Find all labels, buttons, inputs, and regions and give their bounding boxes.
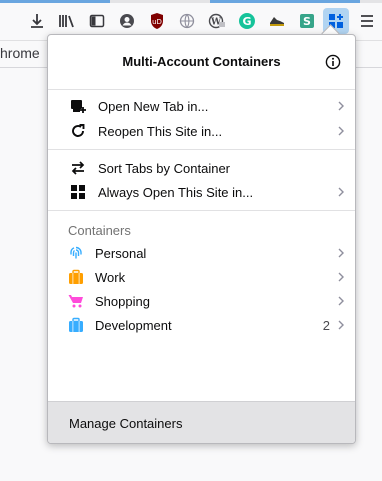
svg-text:G: G <box>242 15 251 28</box>
open-tab-count: 2 <box>322 318 330 333</box>
containers-popup-panel: Multi-Account Containers Open New Tab in… <box>47 34 356 444</box>
panel-title: Multi-Account Containers <box>122 54 281 69</box>
chevron-right-icon <box>338 101 344 111</box>
svg-text:uD: uD <box>152 18 162 26</box>
manage-containers-button[interactable]: Manage Containers <box>48 401 355 443</box>
reopen-this-site-in-item[interactable]: Reopen This Site in... <box>48 119 355 143</box>
chevron-right-icon <box>338 320 344 330</box>
container-work[interactable]: Work <box>48 265 355 289</box>
container-label: Personal <box>95 246 147 261</box>
container-shopping[interactable]: Shopping <box>48 289 355 313</box>
container-label: Development <box>95 318 172 333</box>
menu-item-label: Sort Tabs by Container <box>98 161 230 176</box>
always-open-icon <box>71 185 85 199</box>
ublock-icon[interactable]: uD <box>144 8 170 34</box>
container-label: Shopping <box>95 294 150 309</box>
new-tab-icon <box>71 100 86 113</box>
menu-item-label: Open New Tab in... <box>98 99 209 114</box>
sort-tabs-by-container-item[interactable]: Sort Tabs by Container <box>48 156 355 180</box>
cart-icon <box>68 295 83 308</box>
briefcase-icon <box>69 317 83 332</box>
account-icon[interactable] <box>114 8 140 34</box>
chevron-right-icon <box>338 126 344 136</box>
container-development[interactable]: Development 2 <box>48 313 355 337</box>
grammarly-icon[interactable]: G <box>234 8 260 34</box>
chevron-right-icon <box>338 248 344 258</box>
sort-icon <box>71 161 85 175</box>
chevron-right-icon <box>338 296 344 306</box>
downloads-icon[interactable] <box>24 8 50 34</box>
open-new-tab-in-item[interactable]: Open New Tab in... <box>48 94 355 118</box>
always-open-this-site-in-item[interactable]: Always Open This Site in... <box>48 180 355 204</box>
containers-heading: Containers <box>68 223 131 238</box>
wordpress-icon[interactable]: W <box>204 8 230 34</box>
divider <box>48 210 355 211</box>
manage-containers-label: Manage Containers <box>69 416 183 431</box>
menu-item-label: Always Open This Site in... <box>98 185 254 200</box>
briefcase-icon <box>69 269 83 284</box>
chevron-right-icon <box>338 272 344 282</box>
globe-icon[interactable] <box>174 8 200 34</box>
fingerprint-icon <box>70 246 82 259</box>
container-label: Work <box>95 270 126 285</box>
bookmark-item[interactable]: hrome <box>0 45 40 61</box>
menu-icon[interactable] <box>354 8 380 34</box>
reopen-icon <box>72 124 85 137</box>
container-personal[interactable]: Personal <box>48 241 355 265</box>
tab-strip-edge <box>0 0 382 3</box>
svg-text:S: S <box>303 15 311 28</box>
divider <box>48 149 355 150</box>
chevron-right-icon <box>338 187 344 197</box>
info-icon[interactable] <box>325 54 341 70</box>
panel-header: Multi-Account Containers <box>48 35 355 90</box>
menu-item-label: Reopen This Site in... <box>98 124 223 139</box>
library-icon[interactable] <box>54 8 80 34</box>
sidebar-icon[interactable] <box>84 8 110 34</box>
s-extension-icon[interactable]: S <box>294 8 320 34</box>
shoe-icon[interactable] <box>264 8 290 34</box>
